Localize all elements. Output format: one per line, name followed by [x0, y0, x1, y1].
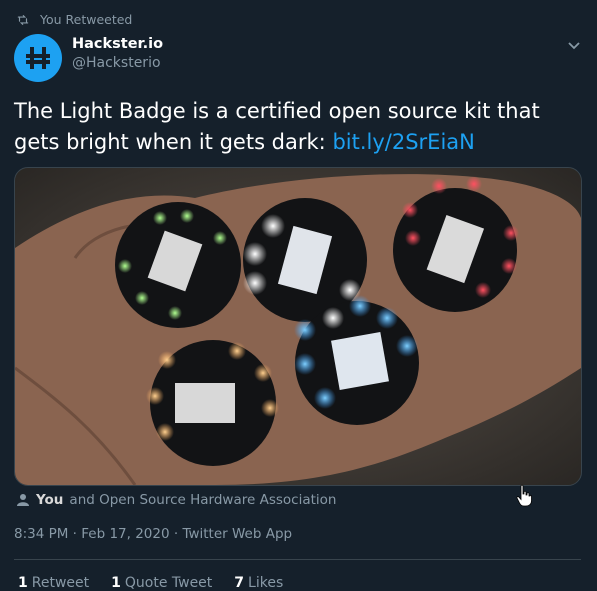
tweet-meta[interactable]: 8:34 PM · Feb 17, 2020 · Twitter Web App — [14, 526, 292, 542]
social-context-you: You — [36, 492, 64, 508]
avatar[interactable] — [14, 34, 62, 82]
social-context[interactable]: You and Open Source Hardware Association — [16, 492, 336, 508]
person-icon — [17, 494, 29, 506]
hackster-logo-icon — [26, 47, 50, 69]
retweet-indicator: You Retweeted — [16, 12, 132, 27]
likes-stat[interactable]: 7 Likes — [234, 575, 283, 591]
hand-cursor-icon — [516, 484, 532, 507]
author-display-name[interactable]: Hackster.io — [72, 36, 163, 52]
tweet-text: The Light Badge is a certified open sour… — [14, 96, 574, 158]
divider — [14, 559, 581, 560]
quote-tweets-stat[interactable]: 1 Quote Tweet — [111, 575, 212, 591]
tweet-media-image[interactable] — [14, 167, 582, 486]
author-handle[interactable]: @Hacksterio — [72, 55, 163, 71]
chevron-down-icon[interactable] — [567, 38, 581, 52]
author-block[interactable]: Hackster.io @Hacksterio — [72, 36, 163, 71]
tweet-link[interactable]: bit.ly/2SrEiaN — [332, 130, 474, 154]
tweet-stats: 1 Retweet 1 Quote Tweet 7 Likes — [18, 575, 283, 591]
retweet-icon — [17, 14, 29, 25]
light-badges-photo — [15, 168, 581, 485]
social-context-rest: and Open Source Hardware Association — [69, 492, 337, 508]
retweets-stat[interactable]: 1 Retweet — [18, 575, 89, 591]
retweet-label: You Retweeted — [40, 12, 133, 27]
